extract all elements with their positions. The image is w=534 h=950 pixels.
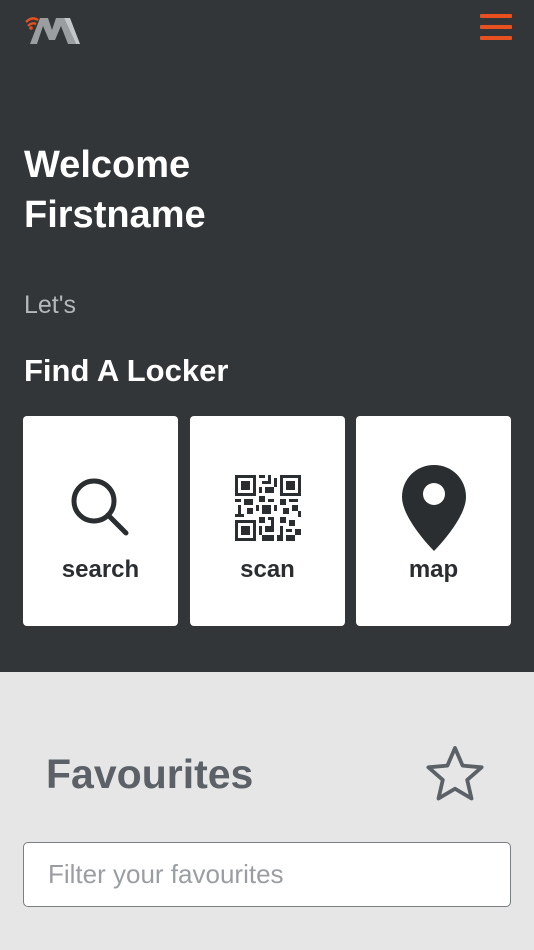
hamburger-menu-icon[interactable]: [480, 14, 512, 44]
search-label: search: [61, 556, 140, 583]
find-locker-title: Find A Locker: [24, 353, 229, 388]
magnifier-icon: [23, 458, 178, 558]
filter-favourites-input[interactable]: [23, 842, 511, 907]
user-firstname: Firstname: [24, 194, 206, 236]
hero-section: Welcome Firstname Let's Find A Locker se…: [0, 0, 534, 672]
lets-text: Let's: [24, 291, 77, 319]
search-button[interactable]: search: [23, 416, 178, 626]
welcome-heading: Welcome Firstname: [24, 140, 444, 240]
welcome-line: Welcome: [24, 144, 191, 186]
map-pin-icon: [356, 458, 511, 558]
map-button[interactable]: map: [356, 416, 511, 626]
scan-label: scan: [240, 556, 295, 583]
scan-button[interactable]: scan: [190, 416, 345, 626]
brand-logo[interactable]: [24, 12, 80, 46]
favourites-title: Favourites: [46, 751, 254, 797]
star-outline-icon[interactable]: [424, 744, 486, 804]
qr-code-icon: [190, 458, 345, 558]
map-label: map: [408, 556, 459, 583]
